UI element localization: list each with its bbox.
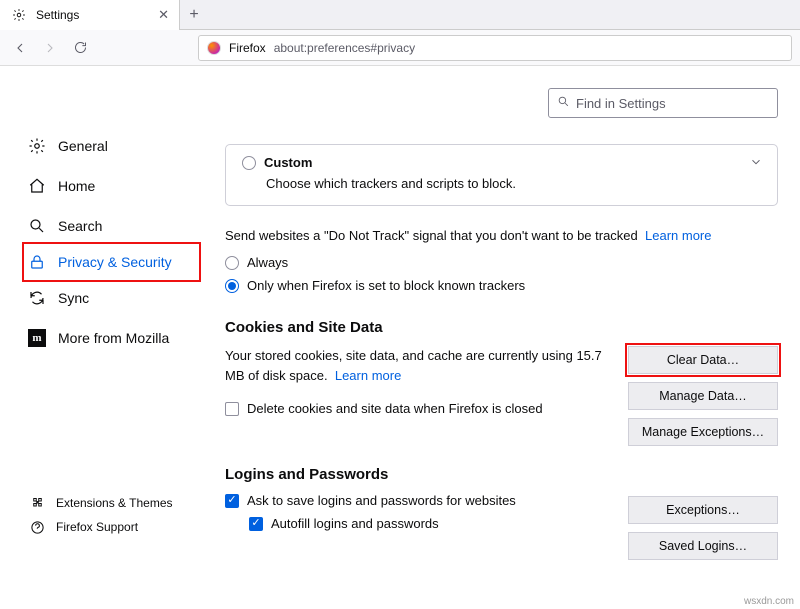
radio-label: Only when Firefox is set to block known … xyxy=(247,278,525,293)
sidebar-item-mozilla[interactable]: m More from Mozilla xyxy=(28,318,195,358)
nav-bar: Firefox about:preferences#privacy xyxy=(0,30,800,66)
manage-data-button[interactable]: Manage Data… xyxy=(628,382,778,410)
radio-only[interactable] xyxy=(225,279,239,293)
back-button[interactable] xyxy=(8,36,32,60)
dnt-only-row[interactable]: Only when Firefox is set to block known … xyxy=(225,278,778,293)
sidebar: General Home Search Privacy & Security S… xyxy=(0,66,195,609)
mozilla-icon: m xyxy=(28,329,46,347)
ask-save-checkbox[interactable] xyxy=(225,494,239,508)
cookies-heading: Cookies and Site Data xyxy=(225,319,778,336)
custom-radio[interactable] xyxy=(242,156,256,170)
custom-card[interactable]: Custom Choose which trackers and scripts… xyxy=(225,144,778,206)
autofill-checkbox[interactable] xyxy=(249,517,263,531)
ask-save-row[interactable]: Ask to save logins and passwords for web… xyxy=(225,493,612,508)
dnt-always-row[interactable]: Always xyxy=(225,255,778,270)
sync-icon xyxy=(28,289,46,307)
url-path: about:preferences#privacy xyxy=(274,41,415,55)
dnt-text: Send websites a "Do Not Track" signal th… xyxy=(225,228,778,243)
sidebar-item-label: Sync xyxy=(58,290,89,306)
lock-icon xyxy=(28,253,46,271)
checkbox-label: Autofill logins and passwords xyxy=(271,516,439,531)
search-icon xyxy=(28,217,46,235)
sidebar-item-privacy[interactable]: Privacy & Security xyxy=(22,242,201,282)
sidebar-extensions[interactable]: Extensions & Themes xyxy=(28,494,195,512)
checkbox-label: Ask to save logins and passwords for web… xyxy=(247,493,516,508)
forward-button[interactable] xyxy=(38,36,62,60)
sidebar-item-label: Firefox Support xyxy=(56,520,138,534)
watermark: wsxdn.com xyxy=(744,596,794,607)
help-icon xyxy=(28,518,46,536)
sidebar-item-sync[interactable]: Sync xyxy=(28,278,195,318)
cookies-learn-more[interactable]: Learn more xyxy=(335,368,401,383)
logins-heading: Logins and Passwords xyxy=(225,466,612,483)
checkbox-label: Delete cookies and site data when Firefo… xyxy=(247,399,543,419)
delete-cookies-row[interactable]: Delete cookies and site data when Firefo… xyxy=(225,399,612,419)
gear-icon xyxy=(10,6,28,24)
search-input[interactable]: Find in Settings xyxy=(548,88,778,118)
url-bar[interactable]: Firefox about:preferences#privacy xyxy=(198,35,792,61)
cookies-text: Your stored cookies, site data, and cach… xyxy=(225,346,612,446)
gear-icon xyxy=(28,137,46,155)
autofill-row[interactable]: Autofill logins and passwords xyxy=(249,516,612,531)
close-icon[interactable]: ✕ xyxy=(158,7,169,23)
delete-cookies-checkbox[interactable] xyxy=(225,402,239,416)
sidebar-item-label: Search xyxy=(58,218,102,234)
clear-data-button[interactable]: Clear Data… xyxy=(628,346,778,374)
sidebar-item-label: Privacy & Security xyxy=(58,254,172,270)
tab-bar: Settings ✕ + xyxy=(0,0,800,30)
sidebar-item-label: Extensions & Themes xyxy=(56,496,173,510)
chevron-down-icon xyxy=(749,155,763,172)
firefox-icon xyxy=(207,41,221,55)
sidebar-item-home[interactable]: Home xyxy=(28,166,195,206)
custom-title: Custom xyxy=(264,155,312,170)
sidebar-item-search[interactable]: Search xyxy=(28,206,195,246)
search-icon xyxy=(557,95,570,111)
tab-title: Settings xyxy=(36,8,150,22)
logins-exceptions-button[interactable]: Exceptions… xyxy=(628,496,778,524)
puzzle-icon xyxy=(28,494,46,512)
sidebar-item-label: Home xyxy=(58,178,95,194)
reload-button[interactable] xyxy=(68,36,92,60)
tab-settings[interactable]: Settings ✕ xyxy=(0,0,180,30)
home-icon xyxy=(28,177,46,195)
content-pane: Find in Settings Custom Choose which tra… xyxy=(195,66,800,609)
saved-logins-button[interactable]: Saved Logins… xyxy=(628,532,778,560)
sidebar-support[interactable]: Firefox Support xyxy=(28,518,195,536)
radio-always[interactable] xyxy=(225,256,239,270)
sidebar-item-label: More from Mozilla xyxy=(58,330,169,346)
radio-label: Always xyxy=(247,255,288,270)
custom-subtitle: Choose which trackers and scripts to blo… xyxy=(266,176,761,191)
sidebar-item-label: General xyxy=(58,138,108,154)
new-tab-button[interactable]: + xyxy=(180,6,208,24)
sidebar-item-general[interactable]: General xyxy=(28,126,195,166)
manage-exceptions-button[interactable]: Manage Exceptions… xyxy=(628,418,778,446)
search-placeholder: Find in Settings xyxy=(576,96,666,111)
url-prefix: Firefox xyxy=(229,41,266,55)
dnt-learn-more[interactable]: Learn more xyxy=(645,228,711,243)
